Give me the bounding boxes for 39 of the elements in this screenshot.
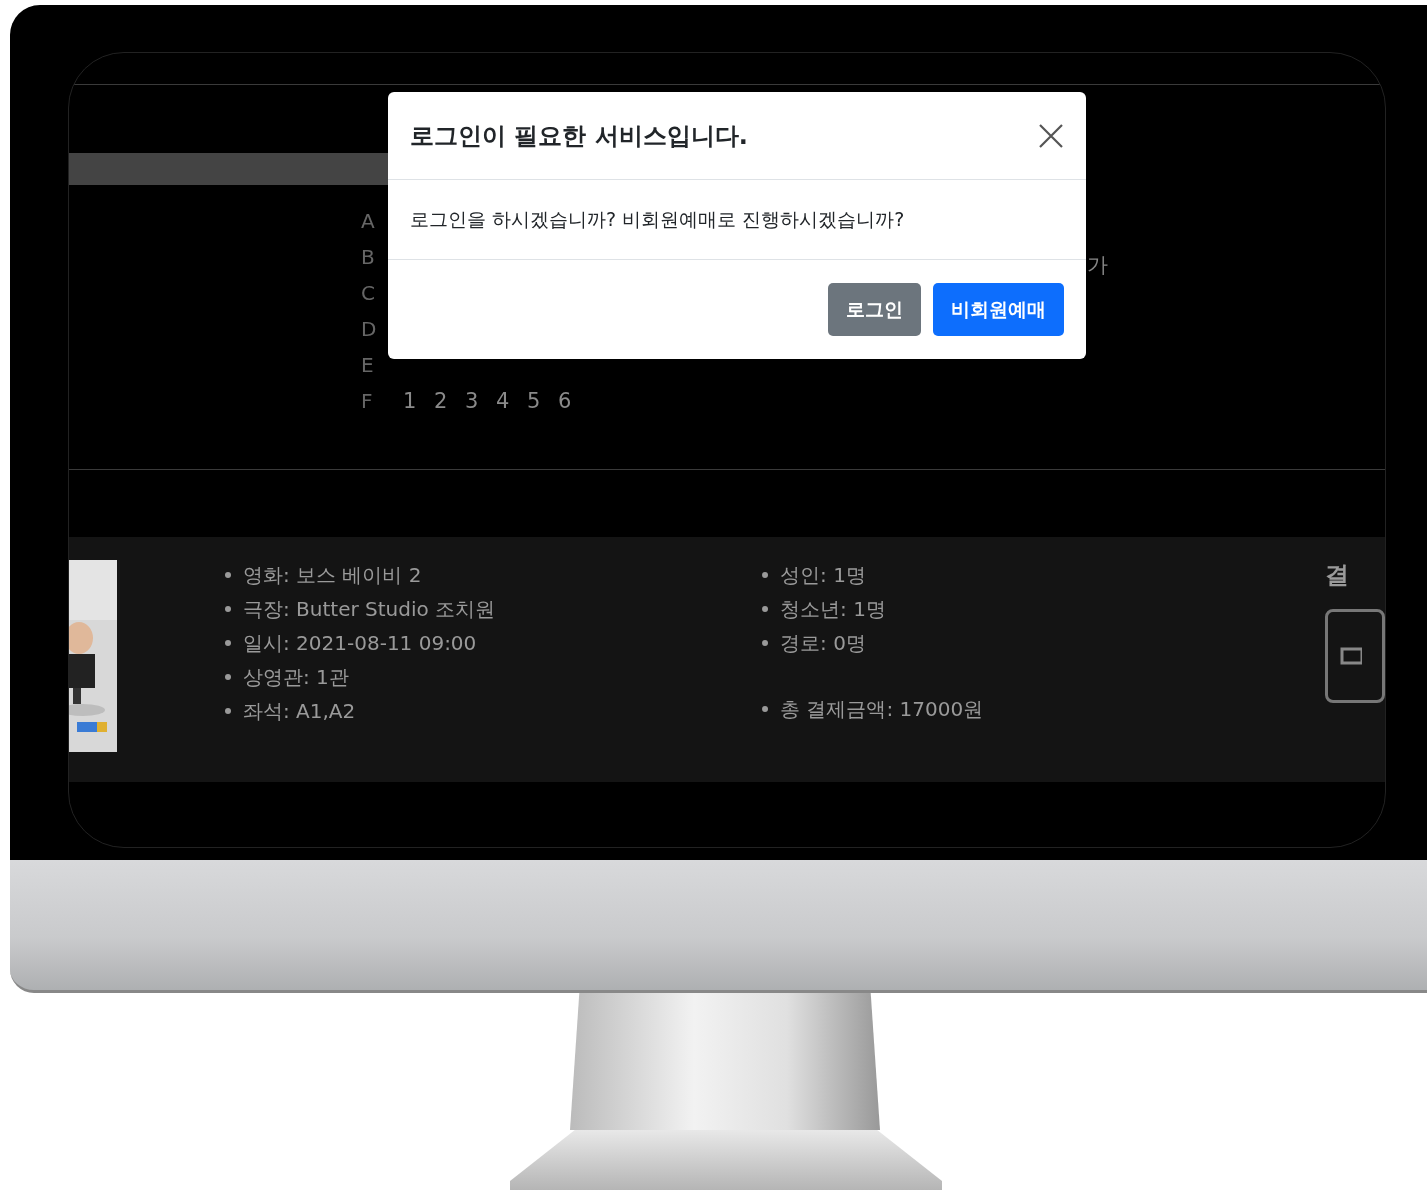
seat-number[interactable]: 6 xyxy=(558,389,589,413)
row-label: E xyxy=(361,353,375,377)
bullet-icon xyxy=(225,708,231,714)
bullet-icon xyxy=(225,572,231,578)
seat-number[interactable]: 1 xyxy=(403,389,434,413)
seat-number[interactable]: 5 xyxy=(527,389,558,413)
detail-text: 극장: Butter Studio 조치원 xyxy=(243,595,496,623)
detail-text: 좌석: A1,A2 xyxy=(243,697,356,725)
count-text: 경로: 0명 xyxy=(780,629,866,657)
detail-text: 상영관: 1관 xyxy=(243,663,349,691)
count-text: 청소년: 1명 xyxy=(780,595,886,623)
seat-number[interactable]: 2 xyxy=(434,389,465,413)
bullet-icon xyxy=(762,606,769,612)
card-icon xyxy=(1340,647,1362,665)
side-text: 가 xyxy=(1087,252,1108,279)
row-label: F xyxy=(361,389,374,413)
row-label: B xyxy=(361,245,376,269)
detail-text: 일시: 2021-08-11 09:00 xyxy=(243,629,477,657)
detail-text: 영화: 보스 베이비 2 xyxy=(243,561,422,589)
bullet-icon xyxy=(762,640,769,646)
payment-option[interactable] xyxy=(1325,609,1385,703)
bullet-icon xyxy=(225,606,231,612)
row-label: D xyxy=(361,317,378,341)
dialog-title: 로그인이 필요한 서비스입니다. xyxy=(410,120,748,152)
bullet-icon xyxy=(762,706,769,712)
count-text: 성인: 1명 xyxy=(780,561,866,589)
total-text: 총 결제금액: 17000원 xyxy=(780,695,984,723)
row-label: C xyxy=(361,281,376,305)
bullet-icon xyxy=(225,640,231,646)
seat-number[interactable]: 4 xyxy=(496,389,527,413)
payment-heading: 결 xyxy=(1325,560,1350,591)
dialog-message: 로그인을 하시겠습니까? 비회원예매로 진행하시겠습니까? xyxy=(388,180,1086,260)
row-label: A xyxy=(361,209,376,233)
seat-number[interactable]: 3 xyxy=(465,389,496,413)
login-button[interactable]: 로그인 xyxy=(828,283,921,336)
guest-booking-button[interactable]: 비회원예매 xyxy=(933,283,1064,336)
bullet-icon xyxy=(762,572,769,578)
bullet-icon xyxy=(225,674,231,680)
close-icon[interactable] xyxy=(1038,122,1064,149)
